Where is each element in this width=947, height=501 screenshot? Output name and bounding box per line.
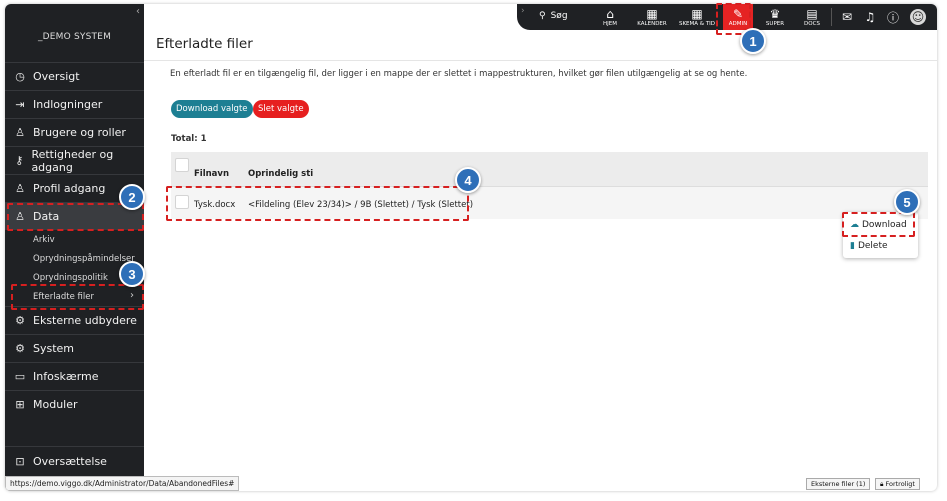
external-files-button[interactable]: Eksterne filer (1) xyxy=(806,478,871,490)
delete-selected-button[interactable]: Slet valgte xyxy=(253,100,309,118)
sidebar-item-oversaettelse[interactable]: ⊡ Oversættelse xyxy=(5,447,144,475)
subnav-item-arkiv[interactable]: Arkiv xyxy=(5,230,144,249)
step-badge-2: 2 xyxy=(119,184,145,210)
system-name: _DEMO SYSTEM xyxy=(37,32,112,42)
modules-icon: ⊞ xyxy=(15,398,25,411)
sidebar-item-brugere[interactable]: ♙ Brugere og roller xyxy=(5,118,144,146)
main-content: Efterladte filer En efterladt fil er en … xyxy=(144,4,937,491)
users-icon: ♙ xyxy=(15,126,25,139)
external-icon: ⚙ xyxy=(15,314,25,327)
sidebar-item-infoskaerme[interactable]: ▭ Infoskærme xyxy=(5,362,144,390)
sidebar-item-eksterne-udbydere[interactable]: ⚙ Eksterne udbydere xyxy=(5,306,144,334)
sidebar-item-label: Brugere og roller xyxy=(33,126,126,139)
column-header-oprindelig-sti[interactable]: Oprindelig sti xyxy=(248,169,313,179)
key-icon: ⚷ xyxy=(15,154,24,167)
sidebar: ‹ _DEMO SYSTEM ◷ Oversigt ⇥ Indlogninger… xyxy=(5,4,240,491)
sidebar-item-label: Infoskærme xyxy=(33,370,99,383)
trash-icon: ▮ xyxy=(850,241,855,251)
sidebar-item-indlogninger[interactable]: ⇥ Indlogninger xyxy=(5,90,144,118)
gauge-icon: ◷ xyxy=(15,70,25,83)
highlight-file-row xyxy=(166,186,469,221)
confidential-label: Fortroligt xyxy=(885,480,915,488)
sidebar-item-label: Eksterne udbydere xyxy=(33,314,137,327)
sidebar-item-moduler[interactable]: ⊞ Moduler xyxy=(5,390,144,418)
step-badge-5: 5 xyxy=(894,189,920,215)
highlight-efterladte-filer xyxy=(11,284,144,310)
step-badge-3: 3 xyxy=(119,261,145,287)
sidebar-item-label: Rettigheder og adgang xyxy=(31,147,114,174)
login-icon: ⇥ xyxy=(15,98,25,111)
app-window: ‹ _DEMO SYSTEM ◷ Oversigt ⇥ Indlogninger… xyxy=(5,4,937,491)
sidebar-item-label: Moduler xyxy=(33,398,78,411)
sidebar-item-rettigheder[interactable]: ⚷ Rettigheder og adgang xyxy=(5,146,144,174)
divider xyxy=(144,60,937,61)
download-selected-button[interactable]: Download valgte xyxy=(171,100,253,118)
sidebar-item-label: System xyxy=(33,342,75,355)
highlight-download xyxy=(842,212,915,237)
step-badge-4: 4 xyxy=(455,167,481,193)
page-description: En efterladt fil er en tilgængelig fil, … xyxy=(170,69,748,79)
column-header-filnavn[interactable]: Filnavn xyxy=(194,169,229,179)
translate-icon: ⊡ xyxy=(15,454,25,468)
total-count: Total: 1 xyxy=(171,134,207,144)
page-title: Efterladte filer xyxy=(156,36,253,52)
sidebar-item-system[interactable]: ⚙ System xyxy=(5,334,144,362)
sidebar-nav: ◷ Oversigt ⇥ Indlogninger ♙ Brugere og r… xyxy=(5,62,144,418)
sidebar-bottom: ⊡ Oversættelse xyxy=(5,446,144,475)
collapse-sidebar-button[interactable]: ‹ xyxy=(136,6,140,17)
step-badge-1: 1 xyxy=(740,28,766,54)
system-icon: ⚙ xyxy=(15,342,25,355)
sidebar-item-label: Profil adgang xyxy=(33,182,106,195)
table-header: Filnavn Oprindelig sti xyxy=(171,152,928,186)
profile-access-icon: ♙ xyxy=(15,182,25,195)
sidebar-item-label: Indlogninger xyxy=(33,98,103,111)
sidebar-item-label: Oversættelse xyxy=(33,454,107,468)
select-all-checkbox[interactable] xyxy=(175,158,189,172)
sidebar-item-oversigt[interactable]: ◷ Oversigt xyxy=(5,62,144,90)
context-menu-delete[interactable]: ▮ Delete xyxy=(850,241,888,251)
sidebar-item-label: Oversigt xyxy=(33,70,80,83)
lock-icon: 🔒︎ xyxy=(880,479,884,488)
confidential-button[interactable]: 🔒︎ Fortroligt xyxy=(875,478,920,490)
context-menu-label: Delete xyxy=(857,241,888,251)
screen-icon: ▭ xyxy=(14,370,26,383)
